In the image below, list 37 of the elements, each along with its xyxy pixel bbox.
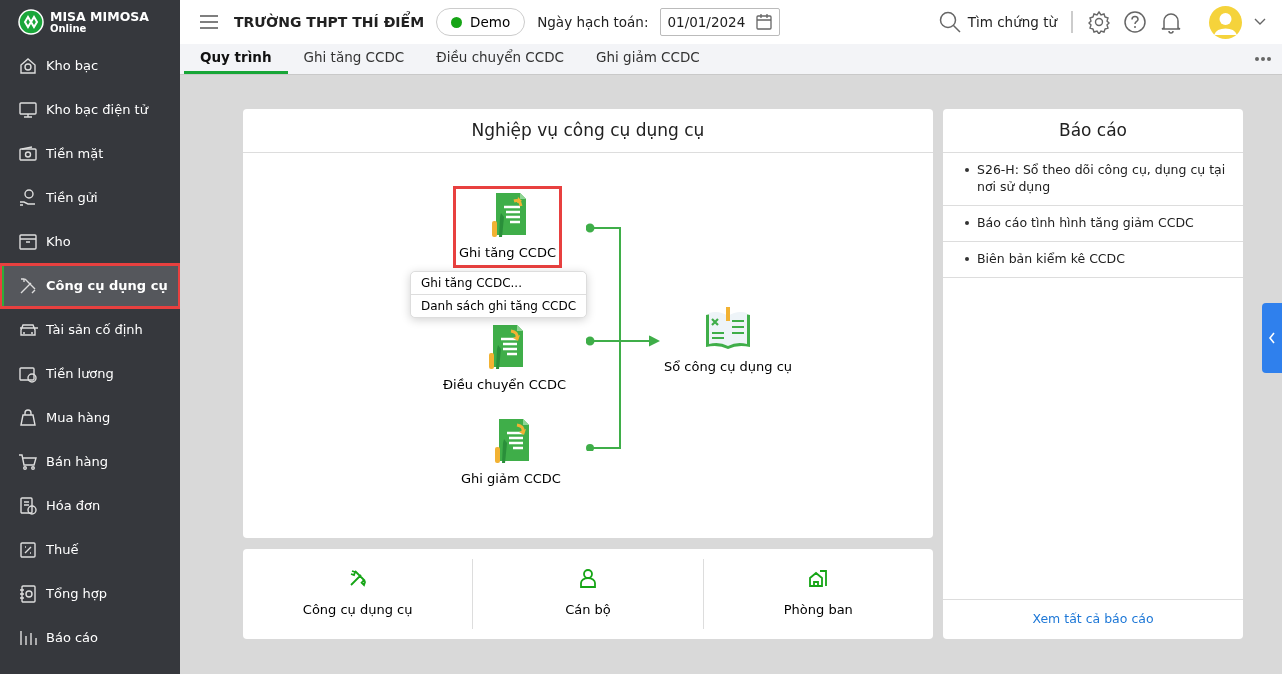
- report-item[interactable]: Biên bản kiểm kê CCDC: [943, 241, 1243, 278]
- sidebar-item[interactable]: Kho bạc điện tử: [0, 88, 180, 132]
- sidebar-item[interactable]: Tiền gửi: [0, 176, 180, 220]
- sidebar-item[interactable]: Tiền mặt: [0, 132, 180, 176]
- sidebar-item[interactable]: Kho: [0, 220, 180, 264]
- sidebar-item[interactable]: Tài sản cố định: [0, 308, 180, 352]
- mode-badge[interactable]: Demo: [436, 7, 526, 37]
- process-node[interactable]: Điều chuyển CCDC: [440, 321, 569, 397]
- report-item[interactable]: Báo cáo tình hình tăng giảm CCDC: [943, 205, 1243, 242]
- sidebar-item[interactable]: Thuế: [0, 528, 180, 572]
- process-node[interactable]: Ghi tăng CCDC: [456, 189, 559, 265]
- date-field[interactable]: 01/01/2024: [660, 8, 781, 36]
- report-item[interactable]: S26-H: Sổ theo dõi công cụ, dụng cụ tại nơi sử dụng: [943, 153, 1243, 206]
- tab[interactable]: Ghi giảm CCDC: [580, 44, 716, 74]
- menu-item[interactable]: Ghi tăng CCDC...: [411, 272, 587, 294]
- tab[interactable]: Ghi tăng CCDC: [287, 44, 421, 74]
- sidebar-item[interactable]: Hóa đơn: [0, 484, 180, 528]
- sidebar-item[interactable]: Mua hàng: [0, 396, 180, 440]
- process-node[interactable]: Sổ công cụ dụng cụ: [661, 303, 796, 379]
- menu-item[interactable]: Danh sách ghi tăng CCDC: [411, 294, 587, 317]
- tab[interactable]: Quy trình: [184, 44, 288, 74]
- school-name: TRƯỜNG THPT THÍ ĐIỂM: [234, 11, 425, 32]
- brand-name: MISA MIMOSA: [50, 10, 149, 24]
- sidebar-item[interactable]: Tiền lương: [0, 352, 180, 396]
- tab[interactable]: Điều chuyển CCDC: [420, 44, 580, 74]
- card-title: Báo cáo: [943, 109, 1243, 153]
- process-node[interactable]: Ghi giảm CCDC: [458, 415, 564, 491]
- card-title: Nghiệp vụ công cụ dụng cụ: [243, 109, 933, 153]
- date-label: Ngày hạch toán:: [537, 12, 649, 32]
- view-all-link[interactable]: Xem tất cả báo cáo: [1032, 610, 1154, 629]
- sidebar-item[interactable]: Công cụ dụng cụ: [0, 264, 180, 308]
- sidebar-item[interactable]: Kho bạc: [0, 44, 180, 88]
- brand-subtitle: Online: [50, 23, 88, 34]
- search-link[interactable]: Tìm chứng từ: [939, 11, 1057, 33]
- sidebar-item[interactable]: Tổng hợp: [0, 572, 180, 616]
- sidebar-item[interactable]: Bán hàng: [0, 440, 180, 484]
- sidebar-item[interactable]: Báo cáo: [0, 616, 180, 660]
